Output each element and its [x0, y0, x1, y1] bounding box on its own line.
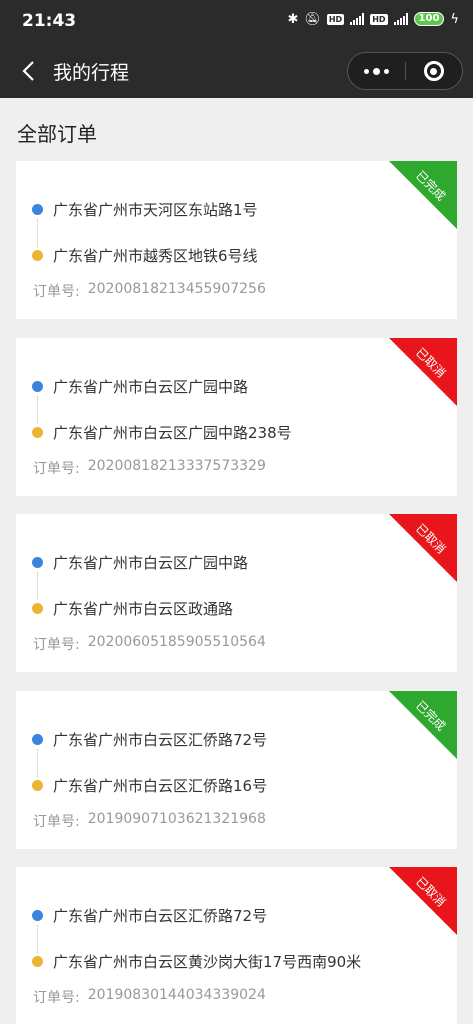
order-card[interactable]: 广东省广州市天河区东站路1号 广东省广州市越秀区地铁6号线 订单号: 20200…	[16, 161, 457, 319]
end-location-row: 广东省广州市越秀区地铁6号线	[32, 245, 258, 266]
order-number: 20200605185905510564	[87, 634, 266, 650]
order-number-row: 订单号: 20190830144034339024	[33, 987, 266, 1007]
start-location-row: 广东省广州市白云区广园中路	[32, 552, 248, 573]
nav-bar: 我的行程	[0, 44, 473, 98]
start-dot-icon	[32, 910, 43, 921]
route-connector	[37, 925, 38, 953]
status-ribbon: 已取消	[389, 514, 457, 582]
order-number-row: 订单号: 20200818213455907256	[33, 281, 266, 301]
status-ribbon: 已完成	[389, 161, 457, 229]
more-dots-icon	[363, 67, 389, 75]
page-title: 我的行程	[53, 62, 130, 84]
end-dot-icon	[32, 426, 43, 438]
end-location-row: 广东省广州市白云区黄沙岗大街17号西南90米	[32, 951, 361, 972]
start-dot-icon	[32, 733, 43, 745]
end-address: 广东省广州市白云区黄沙岗大街17号西南90米	[53, 953, 362, 971]
mini-program-capsule	[347, 52, 463, 90]
route-connector	[37, 395, 38, 424]
status-icons: ✱ 🔕︎ HD HD 100 ϟ	[287, 12, 459, 26]
order-number-label: 订单号:	[33, 284, 80, 300]
start-address: 广东省广州市白云区汇侨路72号	[53, 730, 268, 749]
status-ribbon: 已取消	[389, 867, 457, 935]
start-location-row: 广东省广州市白云区汇侨路72号	[32, 905, 267, 926]
order-number: 20200818213455907256	[87, 281, 266, 297]
order-number-label: 订单号:	[33, 637, 80, 653]
section-title: 全部订单	[17, 122, 97, 146]
start-location-row: 广东省广州市白云区广园中路	[32, 376, 248, 397]
order-number: 20190907103621321968	[87, 810, 266, 827]
status-bar: 21:43 ✱ 🔕︎ HD HD 100 ϟ	[0, 0, 473, 44]
route-connector	[37, 748, 38, 777]
target-icon	[423, 61, 444, 81]
end-dot-icon	[32, 779, 43, 791]
mute-bell-icon: 🔕︎	[304, 11, 321, 27]
status-time: 21:43	[22, 11, 77, 31]
order-card[interactable]: 广东省广州市白云区汇侨路72号 广东省广州市白云区黄沙岗大街17号西南90米 订…	[16, 867, 457, 1024]
status-ribbon: 已取消	[389, 337, 457, 406]
start-address: 广东省广州市白云区广园中路	[53, 377, 249, 396]
start-dot-icon	[32, 380, 43, 392]
end-address: 广东省广州市白云区政通路	[53, 600, 234, 618]
end-location-row: 广东省广州市白云区汇侨路16号	[32, 775, 267, 796]
route-connector	[37, 219, 38, 247]
order-number-row: 订单号: 20200605185905510564	[33, 634, 266, 654]
order-card[interactable]: 广东省广州市白云区广园中路 广东省广州市白云区政通路 订单号: 20200605…	[16, 514, 457, 672]
order-number-row: 订单号: 20200818213337573329	[33, 458, 266, 478]
close-mini-program-button[interactable]	[406, 53, 463, 89]
end-address: 广东省广州市白云区汇侨路16号	[53, 776, 268, 795]
order-number: 20200818213337573329	[87, 457, 266, 474]
battery-icon: 100	[413, 12, 445, 26]
start-address: 广东省广州市白云区广园中路	[53, 554, 249, 572]
order-number: 20190830144034339024	[87, 987, 266, 1003]
hd-icon: HD	[326, 13, 345, 25]
end-location-row: 广东省广州市白云区广园中路238号	[32, 422, 292, 443]
end-dot-icon	[32, 603, 43, 614]
start-location-row: 广东省广州市天河区东站路1号	[32, 199, 258, 220]
chevron-left-icon	[22, 61, 34, 81]
order-number-label: 订单号:	[33, 813, 80, 830]
back-button[interactable]	[14, 55, 42, 87]
end-address: 广东省广州市越秀区地铁6号线	[53, 247, 258, 265]
end-dot-icon	[32, 250, 43, 261]
end-address: 广东省广州市白云区广园中路238号	[53, 423, 292, 442]
start-location-row: 广东省广州市白云区汇侨路72号	[32, 729, 267, 750]
start-address: 广东省广州市天河区东站路1号	[53, 201, 258, 219]
signal-icon	[350, 13, 365, 25]
bluetooth-icon: ✱	[287, 11, 299, 27]
route-connector	[37, 572, 38, 600]
end-dot-icon	[32, 956, 43, 967]
start-address: 广东省广州市白云区汇侨路72号	[53, 907, 268, 925]
start-dot-icon	[32, 557, 43, 568]
start-dot-icon	[32, 204, 43, 215]
order-card[interactable]: 广东省广州市白云区广园中路 广东省广州市白云区广园中路238号 订单号: 202…	[16, 337, 457, 496]
order-number-label: 订单号:	[33, 990, 80, 1006]
end-location-row: 广东省广州市白云区政通路	[32, 598, 233, 619]
signal-icon-2	[393, 13, 408, 25]
more-button[interactable]	[348, 53, 405, 89]
charging-icon: ϟ	[450, 11, 459, 27]
order-number-label: 订单号:	[33, 460, 80, 477]
status-ribbon: 已完成	[389, 690, 457, 759]
order-card[interactable]: 广东省广州市白云区汇侨路72号 广东省广州市白云区汇侨路16号 订单号: 201…	[16, 690, 457, 849]
hd-icon-2: HD	[370, 13, 388, 25]
order-number-row: 订单号: 20190907103621321968	[33, 811, 266, 831]
